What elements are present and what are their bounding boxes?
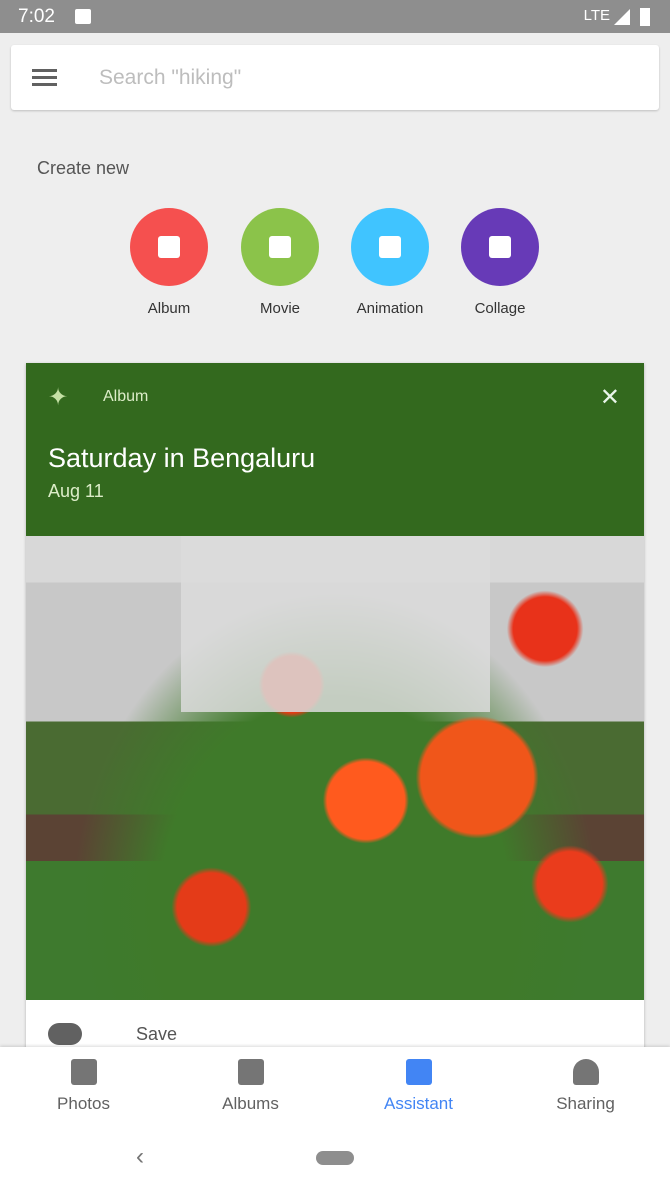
card-title: Saturday in Bengaluru (48, 443, 316, 473)
home-button[interactable] (316, 1151, 354, 1165)
card-date: Aug 11 (48, 481, 104, 501)
image-notification-icon (75, 9, 91, 24)
assistant-card: ✦ Album ✕ Saturday in Bengaluru Aug 11 S… (26, 363, 644, 1063)
signal-icon (614, 9, 630, 25)
create-collage-button[interactable]: Collage (445, 208, 555, 317)
albums-icon (237, 1059, 264, 1085)
create-label: Animation (356, 300, 424, 317)
network-type: LTE (583, 7, 610, 24)
album-photo[interactable] (26, 536, 644, 1000)
movie-clapper-icon (269, 236, 291, 258)
create-label: Collage (474, 300, 526, 317)
search-bar[interactable]: Search "hiking" (11, 45, 659, 110)
tab-photos[interactable]: Photos (0, 1059, 167, 1114)
people-icon (572, 1059, 599, 1085)
create-label: Movie (259, 300, 300, 317)
cloud-download-icon (48, 1023, 82, 1045)
card-header: ✦ Album ✕ Saturday in Bengaluru Aug 11 (26, 363, 644, 536)
tab-assistant[interactable]: Assistant (335, 1059, 502, 1114)
create-label: Album (147, 300, 191, 317)
create-album-button[interactable]: Album (114, 208, 224, 317)
create-movie-button[interactable]: Movie (225, 208, 335, 317)
save-label: Save (136, 1023, 178, 1044)
card-type: Album (103, 388, 149, 405)
animation-icon (379, 236, 401, 258)
collage-icon (489, 236, 511, 258)
battery-charging-icon (640, 8, 650, 26)
clock: 7:02 (18, 6, 55, 27)
photo-wall (180, 536, 490, 713)
assistant-icon (405, 1059, 432, 1085)
save-button[interactable]: Save (48, 1023, 177, 1045)
back-button[interactable]: ‹ (136, 1143, 144, 1171)
tab-sharing[interactable]: Sharing (502, 1059, 669, 1114)
create-new-heading: Create new (37, 158, 130, 178)
close-icon[interactable]: ✕ (600, 383, 620, 412)
photo-icon (70, 1059, 97, 1085)
tab-albums[interactable]: Albums (167, 1059, 334, 1114)
search-input[interactable]: Search "hiking" (99, 66, 241, 90)
bottom-navigation: Photos Albums Assistant Sharing ‹ (0, 1047, 670, 1191)
menu-icon[interactable] (32, 69, 57, 86)
tab-label: Photos (57, 1094, 110, 1113)
tab-label: Assistant (384, 1094, 453, 1113)
tab-label: Albums (222, 1094, 279, 1113)
sparkle-icon: ✦ (48, 384, 69, 411)
create-animation-button[interactable]: Animation (335, 208, 445, 317)
photo-album-icon (158, 236, 180, 258)
tab-label: Sharing (556, 1094, 615, 1113)
status-bar: 7:02 LTE (0, 0, 670, 33)
